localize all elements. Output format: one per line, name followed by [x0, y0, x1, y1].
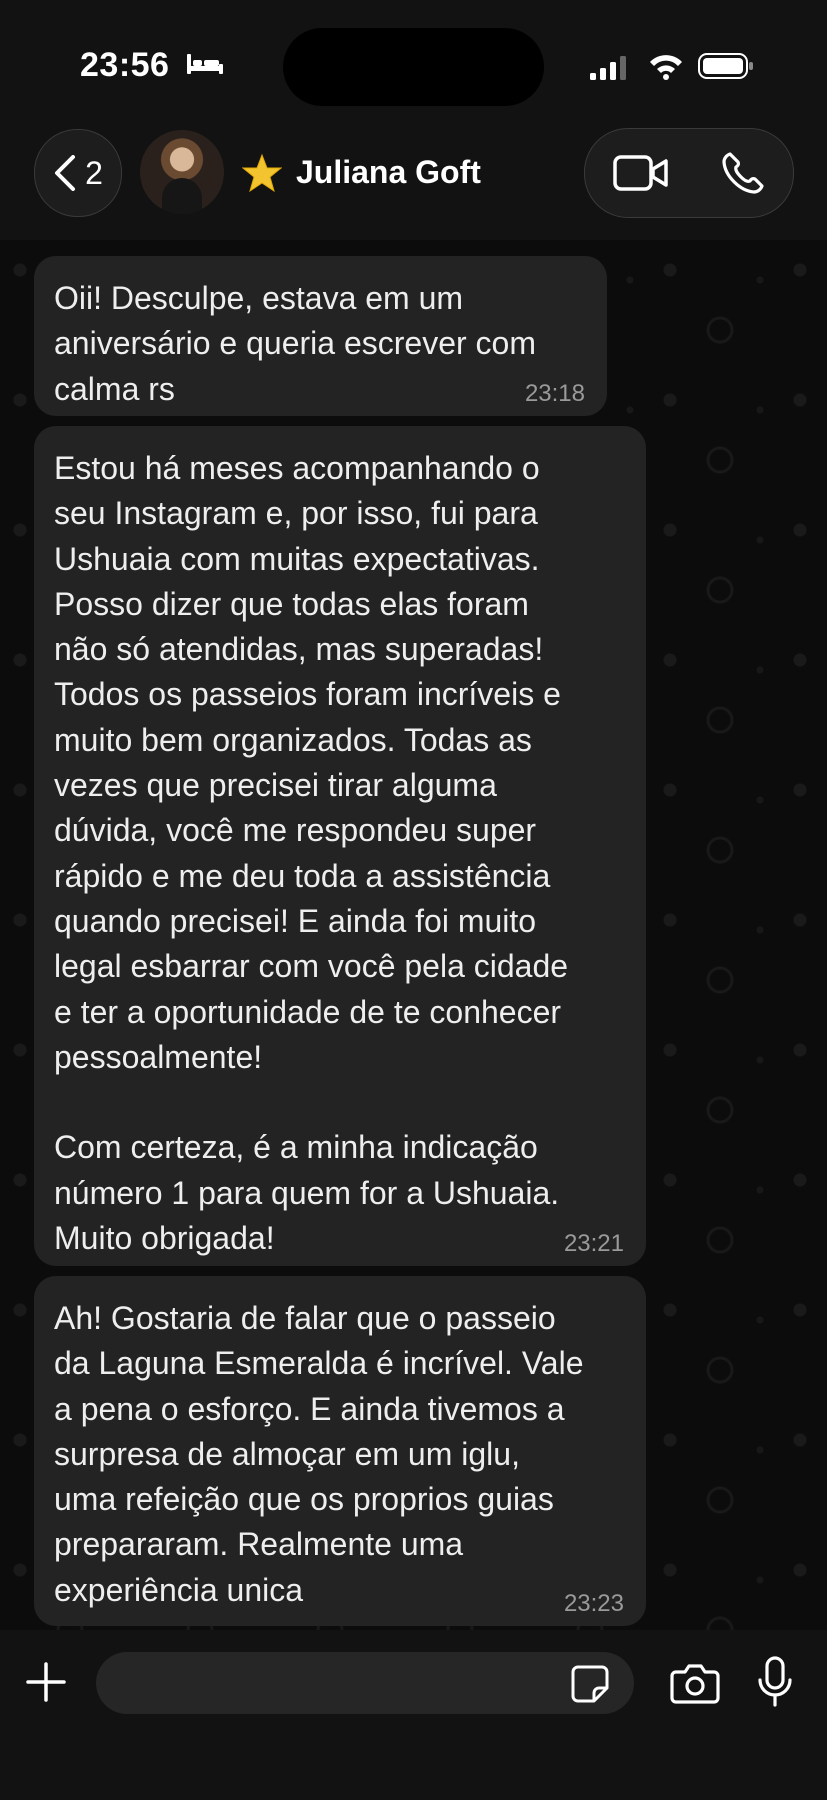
message-text: Oii! Desculpe, estava em um aniversário …	[54, 280, 536, 407]
chat-header: 2 Juliana Goft	[0, 120, 827, 240]
sticker-icon[interactable]	[570, 1664, 610, 1704]
dynamic-island	[283, 28, 544, 106]
back-button[interactable]: 2	[34, 129, 122, 217]
message-bubble[interactable]: Oii! Desculpe, estava em um aniversário …	[34, 256, 607, 416]
plus-icon[interactable]	[24, 1660, 68, 1704]
message-bubble[interactable]: Estou há meses acompanhando o seu Instag…	[34, 426, 646, 1266]
unread-count: 2	[85, 154, 103, 191]
message-time: 23:23	[563, 1590, 624, 1617]
message-text: Estou há meses acompanhando o seu Instag…	[54, 450, 569, 1257]
video-icon[interactable]	[613, 153, 669, 193]
wifi-icon	[650, 55, 682, 80]
message-bubble[interactable]: Ah! Gostaria de falar que o passeio da L…	[34, 1276, 646, 1626]
composer-bar	[0, 1630, 827, 1800]
call-actions	[584, 128, 794, 218]
star-icon	[242, 153, 282, 193]
message-time: 23:18	[524, 380, 585, 407]
battery-icon	[698, 53, 753, 79]
message-text: Ah! Gostaria de falar que o passeio da L…	[54, 1300, 584, 1608]
signal-icon	[590, 56, 626, 80]
camera-icon[interactable]	[670, 1662, 720, 1704]
avatar[interactable]	[140, 130, 224, 214]
status-time: 23:56	[80, 46, 170, 84]
chevron-left-icon	[55, 155, 76, 191]
contact-name[interactable]: Juliana Goft	[296, 154, 481, 191]
chat-area[interactable]: Oii! Desculpe, estava em um aniversário …	[0, 240, 827, 1630]
phone-icon[interactable]	[721, 151, 765, 195]
mic-icon[interactable]	[756, 1656, 794, 1708]
message-time: 23:21	[563, 1230, 624, 1257]
bed-icon	[187, 54, 223, 74]
message-input[interactable]	[96, 1652, 634, 1714]
status-bar: 23:56	[0, 0, 827, 120]
